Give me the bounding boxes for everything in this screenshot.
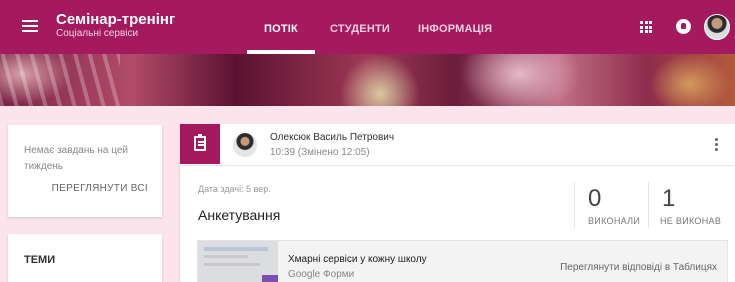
assignment-icon bbox=[194, 134, 206, 151]
post-time: 10:39 (Змінено 12:05) bbox=[270, 147, 370, 158]
topics-card: ТЕМИ bbox=[8, 234, 162, 282]
author-avatar bbox=[233, 133, 257, 157]
assignment-badge bbox=[180, 124, 220, 164]
tab-stream[interactable]: ПОТІК bbox=[264, 22, 298, 36]
form-thumbnail bbox=[198, 241, 278, 282]
class-subtitle: Соціальні сервіси bbox=[56, 28, 139, 39]
post-author: Олексюк Василь Петрович bbox=[270, 132, 395, 143]
assignment-title[interactable]: Анкетування bbox=[198, 207, 280, 223]
tab-about[interactable]: ІНФОРМАЦІЯ bbox=[418, 22, 492, 36]
done-label: ВИКОНАЛИ bbox=[588, 216, 641, 226]
tab-students[interactable]: СТУДЕНТИ bbox=[330, 22, 390, 36]
top-app-bar: Семінар-тренінг Соціальні сервіси ПОТІК … bbox=[0, 0, 735, 54]
done-count[interactable]: 0 bbox=[588, 186, 601, 212]
stat-divider bbox=[648, 182, 649, 228]
notifications-icon[interactable] bbox=[676, 19, 691, 34]
apps-icon[interactable] bbox=[640, 21, 652, 33]
post-divider bbox=[180, 165, 735, 166]
more-vert-icon[interactable] bbox=[715, 138, 719, 152]
banner-decoration bbox=[0, 54, 120, 106]
due-date: Дата здачі: 5 вер. bbox=[198, 184, 271, 194]
user-avatar[interactable] bbox=[704, 14, 730, 40]
not-done-count[interactable]: 1 bbox=[662, 186, 675, 212]
view-responses-link[interactable]: Переглянути відповіді в Таблицях bbox=[560, 262, 717, 273]
view-all-link[interactable]: ПЕРЕГЛЯНУТИ ВСІ bbox=[52, 183, 148, 194]
assignment-post[interactable]: Олексюк Василь Петрович 10:39 (Змінено 1… bbox=[180, 124, 735, 282]
upcoming-empty-text: Немає завдань на цей тиждень bbox=[24, 145, 128, 172]
attachment-source: Google Форми bbox=[288, 269, 355, 280]
attachment-title[interactable]: Хмарні сервіси у кожну школу bbox=[288, 254, 427, 265]
not-done-label: НЕ ВИКОНАВ bbox=[660, 216, 722, 226]
upcoming-card: Немає завдань на цей тиждень ПЕРЕГЛЯНУТИ… bbox=[8, 125, 162, 217]
menu-icon[interactable] bbox=[22, 20, 38, 33]
attachment-card[interactable]: Хмарні сервіси у кожну школу Google Форм… bbox=[197, 240, 728, 282]
stat-divider bbox=[574, 182, 575, 228]
class-title[interactable]: Семінар-тренінг bbox=[56, 11, 175, 28]
topics-title[interactable]: ТЕМИ bbox=[24, 254, 55, 266]
